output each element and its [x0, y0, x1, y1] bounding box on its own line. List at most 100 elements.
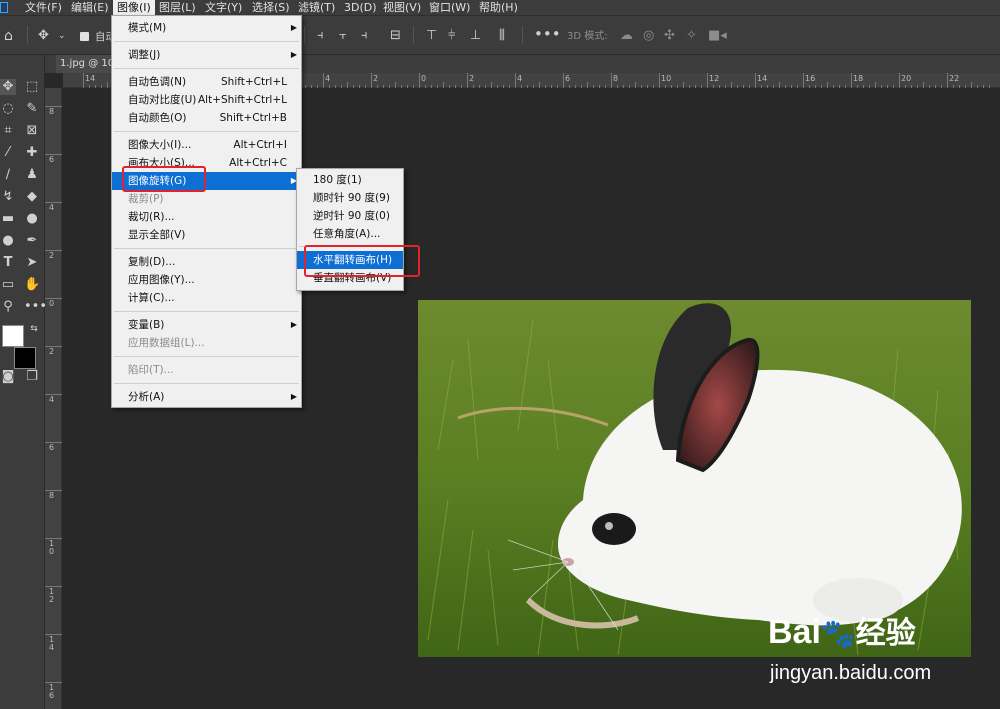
- frame-tool-icon[interactable]: ⊠: [24, 123, 40, 139]
- ruler-tick: [659, 73, 660, 88]
- 3d-scale-icon[interactable]: ■◂: [708, 29, 727, 43]
- quick-select-tool-icon[interactable]: ✎: [24, 101, 40, 117]
- menu-3d[interactable]: 3D(D): [344, 0, 377, 15]
- menu-item-auto-color[interactable]: 自动颜色(O) Shift+Ctrl+B: [112, 109, 301, 127]
- ruler-label: 4: [517, 74, 523, 83]
- ruler-label: 1 0: [49, 539, 55, 556]
- eraser-tool-icon[interactable]: ◆: [24, 189, 40, 205]
- menu-item-analysis[interactable]: 分析(A) ▶: [112, 388, 301, 406]
- align-middle-icon[interactable]: ⫩: [448, 29, 455, 43]
- more-options-icon[interactable]: •••: [534, 27, 561, 42]
- crop-tool-icon[interactable]: ⌗: [0, 123, 16, 139]
- stamp-tool-icon[interactable]: ♟: [24, 167, 40, 183]
- menu-image[interactable]: 图像(I): [113, 0, 155, 15]
- 3d-pan-icon[interactable]: ✣: [664, 29, 675, 43]
- menu-item-apply-image[interactable]: 应用图像(Y)...: [112, 271, 301, 289]
- auto-select-checkbox[interactable]: [80, 32, 89, 41]
- ruler-tick: [419, 73, 420, 88]
- more-tools-icon[interactable]: •••: [24, 299, 47, 315]
- menu-help[interactable]: 帮助(H): [479, 0, 518, 15]
- history-brush-tool-icon[interactable]: ↯: [0, 189, 16, 205]
- marquee-tool-icon[interactable]: ⬚: [24, 79, 40, 95]
- lasso-tool-icon[interactable]: ◌: [0, 101, 16, 117]
- 3d-roll-icon[interactable]: ◎: [643, 29, 654, 43]
- background-color-swatch[interactable]: [14, 347, 36, 369]
- submenu-item-rotate-ccw-90[interactable]: 逆时针 90 度(0): [297, 207, 403, 225]
- home-icon[interactable]: ⌂: [4, 29, 13, 43]
- rabbit-photo: [418, 300, 971, 657]
- menu-item-apply-data-set[interactable]: 应用数据组(L)...: [112, 334, 301, 352]
- chevron-down-icon[interactable]: ⌄: [58, 29, 66, 43]
- move-tool-icon[interactable]: ✥: [38, 29, 49, 43]
- align-bottom-icon[interactable]: ⊥: [470, 29, 481, 43]
- menu-edit[interactable]: 编辑(E): [71, 0, 109, 15]
- menu-filter[interactable]: 滤镜(T): [298, 0, 335, 15]
- menu-item-image-size[interactable]: 图像大小(I)... Alt+Ctrl+I: [112, 136, 301, 154]
- hand-tool-icon[interactable]: ✋: [24, 277, 40, 293]
- align-left-icon[interactable]: ⫞: [317, 29, 324, 43]
- ruler-tick: [803, 73, 804, 88]
- zoom-tool-icon[interactable]: ⚲: [0, 299, 16, 315]
- baidu-logo: Bai🐾经验: [768, 608, 916, 652]
- paw-icon: 🐾: [820, 618, 856, 649]
- menu-item-trap[interactable]: 陷印(T)...: [112, 361, 301, 379]
- healing-brush-tool-icon[interactable]: ✚: [24, 145, 40, 161]
- align-center-icon[interactable]: ⫟: [339, 29, 347, 43]
- menu-item-auto-tone[interactable]: 自动色调(N) Shift+Ctrl+L: [112, 73, 301, 91]
- menu-item-crop[interactable]: 裁剪(P): [112, 190, 301, 208]
- submenu-item-rotate-180[interactable]: 180 度(1): [297, 171, 403, 189]
- submenu-item-arbitrary[interactable]: 任意角度(A)...: [297, 225, 403, 243]
- ruler-label: 2: [373, 74, 379, 83]
- ruler-label: 1 6: [49, 683, 55, 700]
- swap-colors-icon[interactable]: ⇆: [26, 321, 42, 337]
- ruler-tick: [371, 73, 372, 88]
- vertical-ruler: 8 6 4 2 0 2 4 6 8 1 0 1 2 1 4 1 6: [45, 88, 62, 709]
- menu-layer[interactable]: 图层(L): [159, 0, 196, 15]
- foreground-color-swatch[interactable]: [2, 325, 24, 347]
- menu-item-duplicate[interactable]: 复制(D)...: [112, 253, 301, 271]
- ruler-label: 22: [949, 74, 960, 83]
- menu-select[interactable]: 选择(S): [252, 0, 290, 15]
- path-select-tool-icon[interactable]: ➤: [24, 255, 40, 271]
- ruler-tick: [83, 73, 84, 88]
- menu-item-auto-contrast[interactable]: 自动对比度(U) Alt+Shift+Ctrl+L: [112, 91, 301, 109]
- menu-item-mode[interactable]: 模式(M) ▶: [112, 19, 301, 37]
- tools-panel: ✥ ⬚ ◌ ✎ ⌗ ⊠ ⁄ ✚ ∕ ♟ ↯ ◆ ▬ ● ● ✒ T ➤ ▭ ✋ …: [0, 55, 47, 709]
- menu-type[interactable]: 文字(Y): [205, 0, 242, 15]
- ruler-tick: [611, 73, 612, 88]
- menu-item-variables[interactable]: 变量(B) ▶: [112, 316, 301, 334]
- 3d-orbit-icon[interactable]: ☁: [620, 29, 633, 43]
- ruler-tick: [563, 73, 564, 88]
- eyedropper-tool-icon[interactable]: ⁄: [0, 145, 16, 161]
- ruler-label: 18: [853, 74, 864, 83]
- annotation-highlight-flip-horizontal: [304, 245, 420, 277]
- pen-tool-icon[interactable]: ✒: [24, 233, 40, 249]
- type-tool-icon[interactable]: T: [0, 255, 16, 271]
- dodge-tool-icon[interactable]: ●: [0, 233, 16, 249]
- screen-mode-icon[interactable]: ❐: [24, 369, 40, 385]
- menu-file[interactable]: 文件(F): [25, 0, 62, 15]
- menu-item-adjustments[interactable]: 调整(J) ▶: [112, 46, 301, 64]
- blur-tool-icon[interactable]: ●: [24, 211, 40, 227]
- align-right-icon[interactable]: ⫞: [361, 29, 368, 43]
- ruler-label: 1 2: [49, 587, 55, 604]
- rectangle-tool-icon[interactable]: ▭: [0, 277, 16, 293]
- watermark-brand2: 经验: [855, 617, 916, 650]
- menu-item-trim[interactable]: 裁切(R)...: [112, 208, 301, 226]
- quick-mask-icon[interactable]: ◙: [0, 369, 16, 385]
- gradient-tool-icon[interactable]: ▬: [0, 211, 16, 227]
- ruler-tick: [899, 73, 900, 88]
- distribute-icon[interactable]: ⊟: [390, 29, 401, 43]
- menu-window[interactable]: 窗口(W): [429, 0, 470, 15]
- menu-item-calculations[interactable]: 计算(C)...: [112, 289, 301, 307]
- align-top-icon[interactable]: ⊤: [426, 29, 437, 43]
- 3d-slide-icon[interactable]: ✧: [686, 29, 697, 43]
- move-tool-icon[interactable]: ✥: [0, 79, 16, 95]
- ruler-label: 8: [49, 491, 55, 500]
- menu-item-reveal-all[interactable]: 显示全部(V): [112, 226, 301, 244]
- menu-view[interactable]: 视图(V): [383, 0, 421, 15]
- ruler-tick: [515, 73, 516, 88]
- submenu-item-rotate-cw-90[interactable]: 顺时针 90 度(9): [297, 189, 403, 207]
- brush-tool-icon[interactable]: ∕: [0, 167, 16, 183]
- distribute-vertical-icon[interactable]: ⫼: [499, 29, 505, 43]
